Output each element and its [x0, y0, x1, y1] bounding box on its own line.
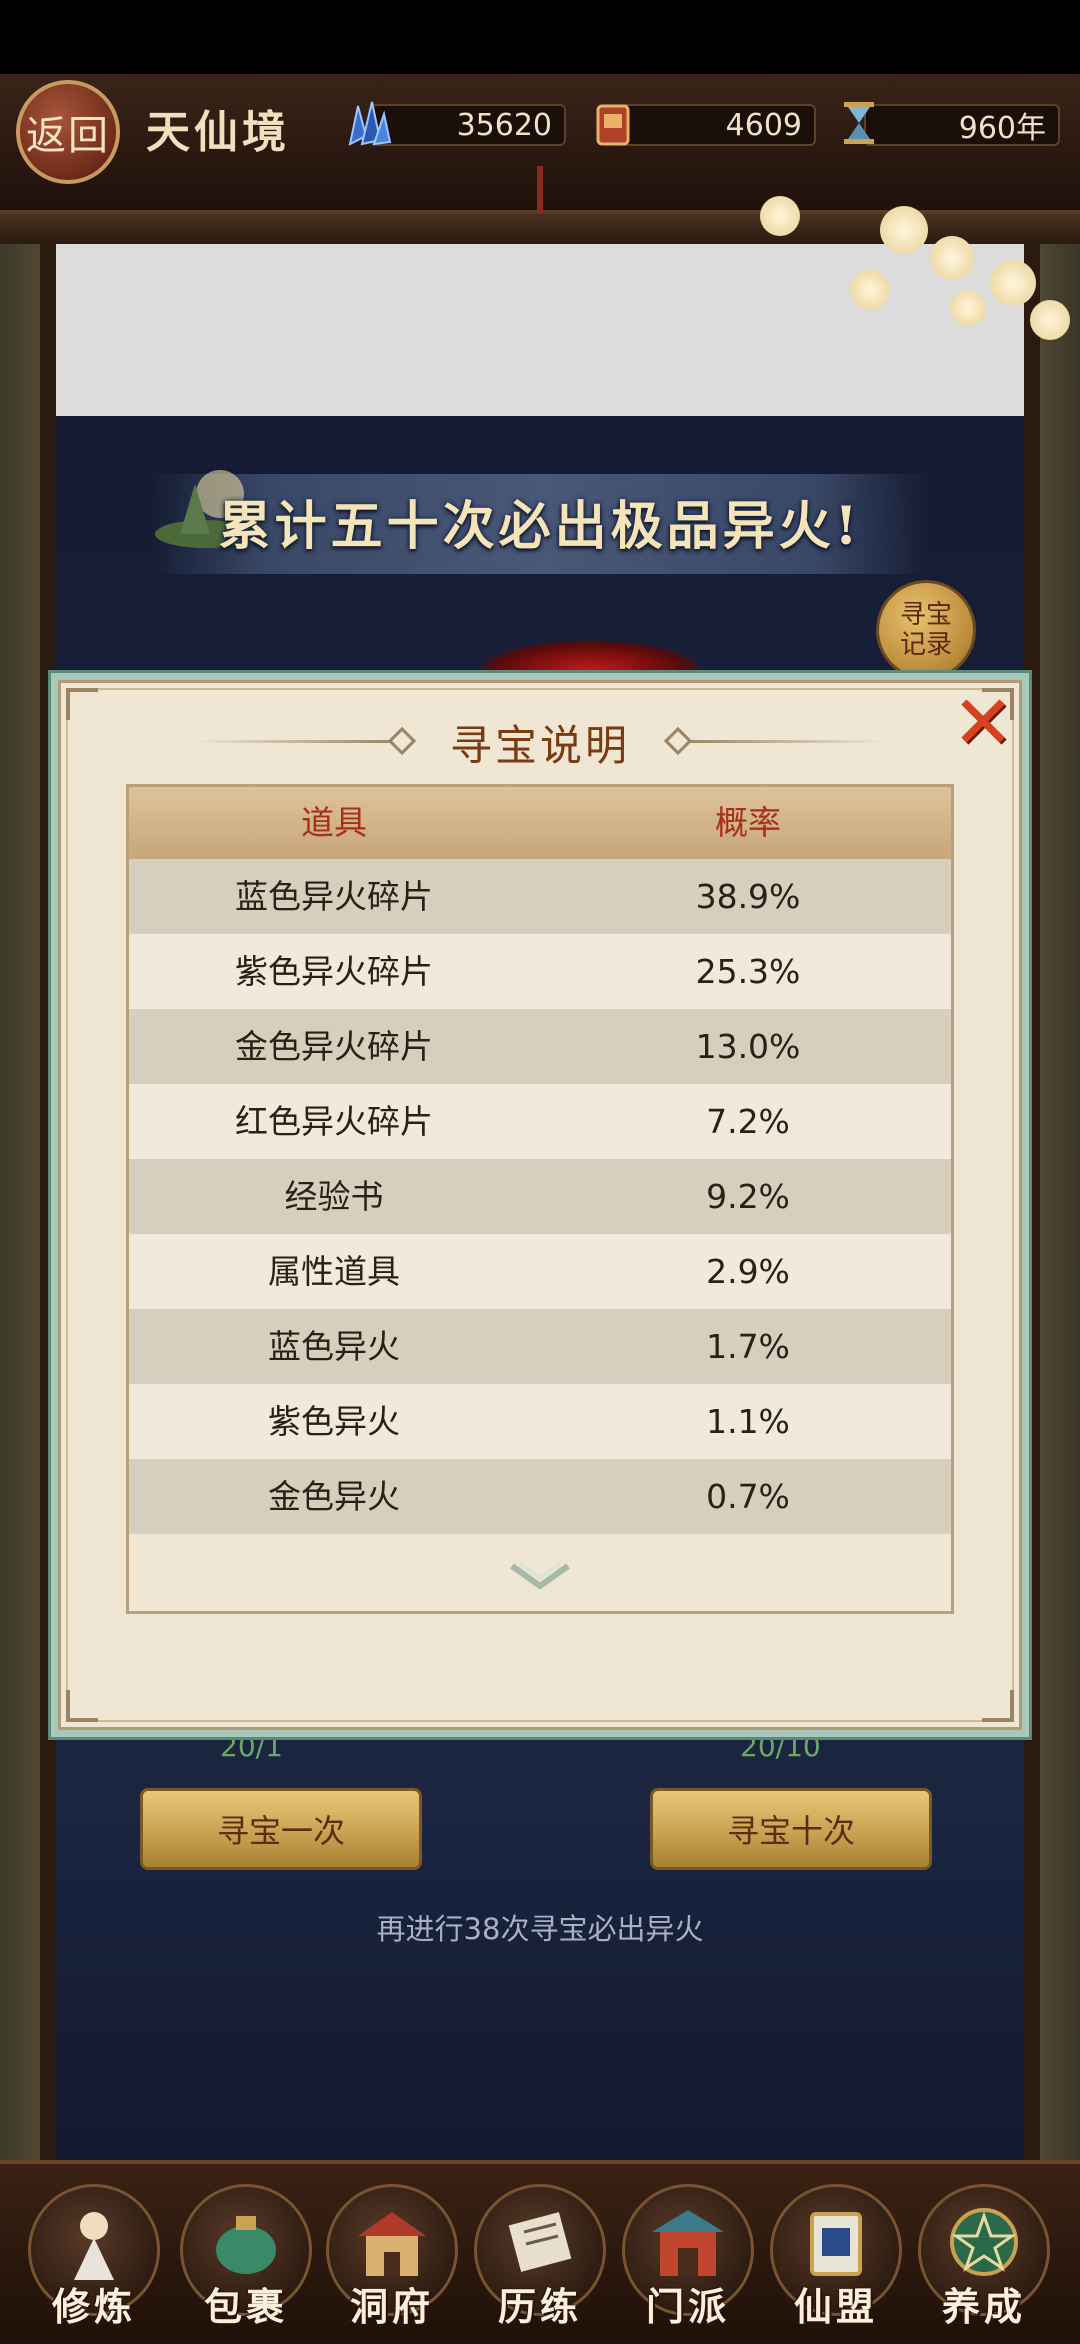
cultivation-icon [74, 2212, 114, 2280]
pouch-counter: 4609 [620, 104, 816, 146]
item-name: 属性道具 [268, 1252, 400, 1291]
hourglass-icon [844, 102, 874, 144]
alliance-icon [810, 2212, 862, 2276]
corner-ornament [66, 1690, 98, 1722]
status-bar [0, 0, 1080, 74]
hunt-ten-button[interactable]: 寻宝十次 [650, 1788, 932, 1870]
item-name: 紫色异火 [268, 1402, 400, 1441]
time-counter: 960年 [864, 104, 1060, 146]
blossom-decoration [880, 206, 928, 254]
item-name: 金色异火碎片 [235, 1027, 433, 1066]
nav-growth[interactable]: 养成 [918, 2184, 1050, 2334]
nav-label: 仙盟 [793, 2284, 878, 2329]
nav-cultivation[interactable]: 修炼 [28, 2184, 160, 2334]
item-name: 金色异火 [268, 1477, 400, 1516]
item-rate: 1.7% [706, 1327, 790, 1366]
sect-icon [652, 2210, 724, 2276]
column-header-rate: 概率 [715, 803, 781, 842]
item-name: 紫色异火碎片 [235, 952, 433, 991]
item-rate: 1.1% [706, 1402, 790, 1441]
item-name: 蓝色异火 [268, 1327, 400, 1366]
dialog-title: 寻宝说明 [449, 721, 630, 770]
nav-sect[interactable]: 门派 [622, 2184, 754, 2334]
realm-title: 天仙境 [146, 107, 290, 158]
item-name: 蓝色异火碎片 [235, 877, 433, 916]
nav-label: 养成 [941, 2284, 1026, 2329]
blossom-decoration [760, 196, 800, 236]
item-name: 经验书 [284, 1177, 384, 1216]
blossom-decoration [950, 290, 986, 326]
record-button-label: 寻宝 记录 [899, 600, 952, 660]
scroll-icon [508, 2212, 572, 2272]
guarantee-hint: 再进行38次寻宝必出异火 [376, 1912, 704, 1946]
corner-ornament [982, 1690, 1014, 1722]
nav-bag[interactable]: 包裹 [180, 2184, 312, 2334]
nav-training[interactable]: 历练 [474, 2184, 606, 2334]
item-rate: 13.0% [695, 1027, 801, 1066]
blossom-decoration [930, 236, 974, 280]
record-button[interactable]: 寻宝 记录 [876, 580, 976, 680]
column-header-item: 道具 [301, 803, 367, 842]
item-rate: 2.9% [706, 1252, 790, 1291]
nav-label: 历练 [497, 2284, 582, 2329]
close-icon[interactable]: ✕ [950, 686, 1016, 760]
banner-text: 累计五十次必出极品异火! [218, 496, 862, 557]
blossom-decoration [1030, 300, 1070, 340]
blossom-decoration [990, 260, 1036, 306]
item-rate: 0.7% [706, 1477, 790, 1516]
growth-icon [950, 2208, 1018, 2276]
nav-label: 包裹 [203, 2284, 288, 2329]
back-button[interactable]: 返回 [16, 80, 120, 184]
bag-icon [216, 2216, 276, 2274]
item-rate: 9.2% [706, 1177, 790, 1216]
nav-label: 修炼 [51, 2284, 136, 2329]
nav-label: 洞府 [349, 2284, 434, 2329]
item-rate: 38.9% [695, 877, 801, 916]
chevron-down-icon[interactable] [506, 1556, 574, 1600]
item-name: 红色异火碎片 [235, 1102, 433, 1141]
nav-label: 门派 [645, 2284, 730, 2329]
cave-icon [358, 2212, 426, 2276]
item-rate: 25.3% [695, 952, 801, 991]
pouch-icon [596, 104, 630, 146]
blossom-decoration [850, 270, 890, 310]
nav-alliance[interactable]: 仙盟 [770, 2184, 902, 2334]
hunt-once-button[interactable]: 寻宝一次 [140, 1788, 422, 1870]
crystal-icon [348, 101, 392, 146]
crystal-counter: 35620 [370, 104, 566, 146]
nav-cave[interactable]: 洞府 [326, 2184, 458, 2334]
top-light-band [56, 244, 1024, 416]
item-rate: 7.2% [706, 1102, 790, 1141]
corner-ornament [66, 688, 98, 720]
